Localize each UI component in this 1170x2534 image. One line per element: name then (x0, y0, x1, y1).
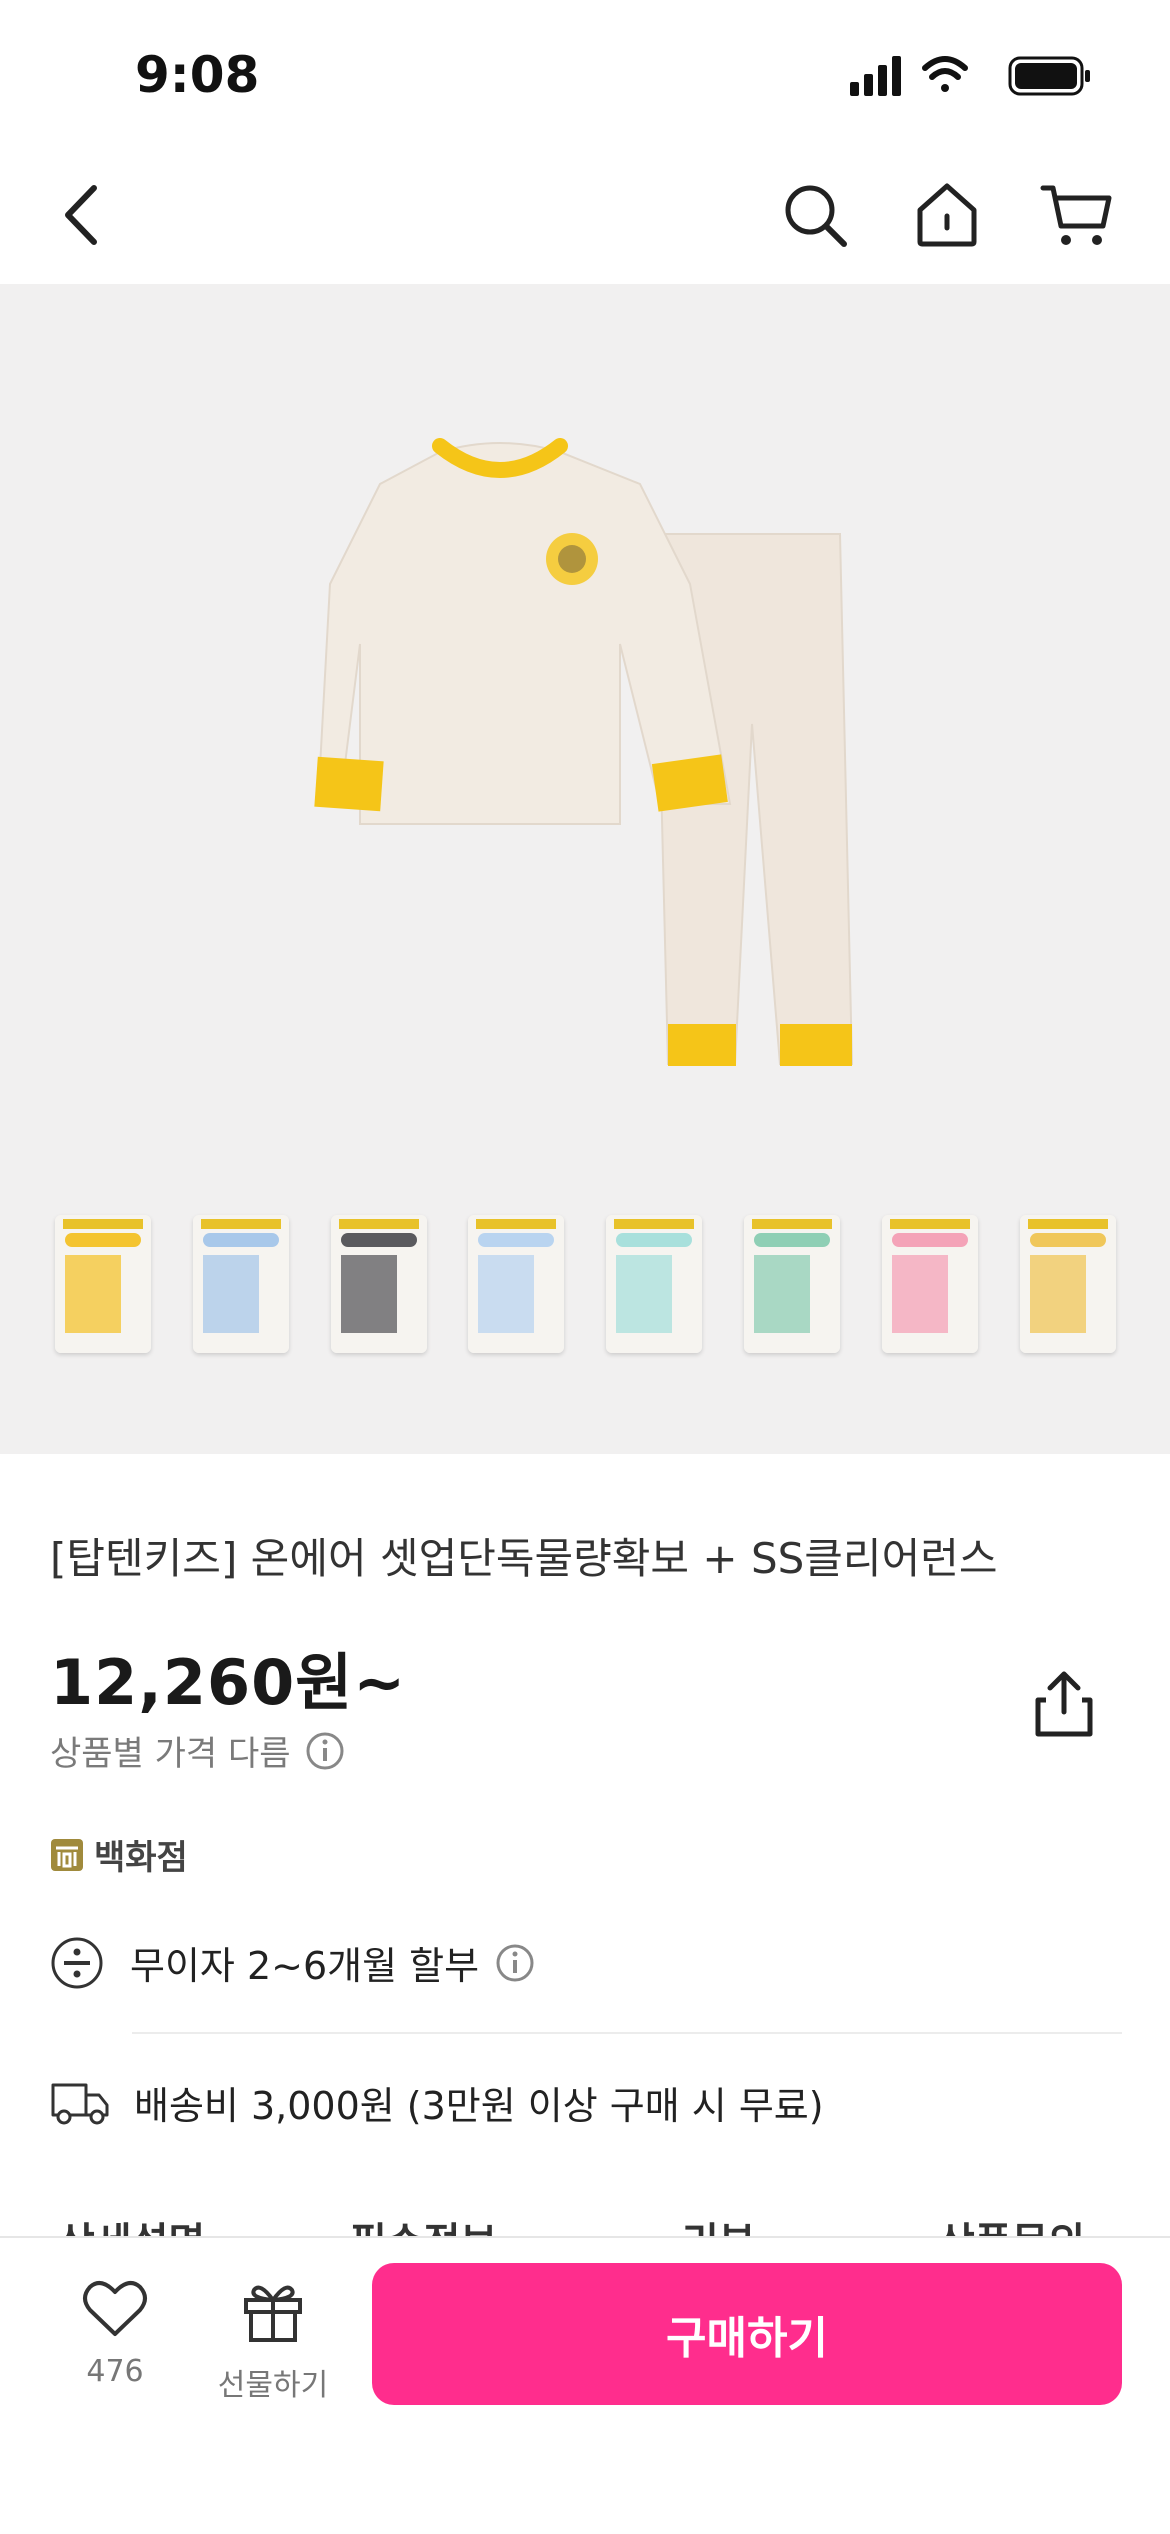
cart-icon (1040, 185, 1112, 245)
cart-button[interactable] (1032, 170, 1122, 260)
share-button[interactable] (1032, 1668, 1096, 1744)
battery-icon (1008, 56, 1090, 96)
home-icon (917, 183, 977, 247)
wifi-icon (922, 56, 968, 92)
status-time: 9:08 (135, 46, 260, 104)
thumbnail-item[interactable] (1020, 1215, 1116, 1353)
back-arrow-icon (65, 185, 97, 245)
thumbnail-item[interactable] (331, 1215, 427, 1353)
wish-count: 476 (86, 2354, 144, 2389)
thumbnail-item[interactable] (468, 1215, 564, 1353)
search-button[interactable] (770, 170, 860, 260)
home-button[interactable] (902, 170, 992, 260)
divide-circle-icon (50, 1936, 104, 1990)
price-note-text: 상품별 가격 다름 (50, 1734, 291, 1774)
share-icon (1035, 1671, 1093, 1737)
installment-text: 무이자 2~6개월 할부 (130, 1944, 480, 1988)
thumbnail-item[interactable] (882, 1215, 978, 1353)
search-icon (785, 185, 847, 247)
wish-button[interactable]: 476 (70, 2278, 160, 2389)
product-main-image (314, 438, 854, 1066)
gift-button[interactable]: 선물하기 (208, 2278, 338, 2404)
installment-info[interactable]: 무이자 2~6개월 할부 (50, 1935, 535, 1990)
department-store-badge: 백화점 (50, 1830, 188, 1879)
gift-icon (244, 2285, 302, 2342)
buy-button[interactable]: 구매하기 (372, 2263, 1122, 2405)
thumbnail-item[interactable] (744, 1215, 840, 1353)
info-icon[interactable] (305, 1731, 345, 1771)
section-divider (132, 2032, 1122, 2034)
product-image-gallery[interactable] (0, 284, 1170, 1454)
gift-label: 선물하기 (217, 2368, 329, 2403)
heart-icon (83, 2281, 147, 2336)
thumbnail-item[interactable] (193, 1215, 289, 1353)
signal-icon (850, 56, 901, 96)
shipping-info: 배송비 3,000원 (3만원 이상 구매 시 무료) (50, 2075, 824, 2130)
product-price: 12,260원~ (50, 1646, 407, 1719)
thumbnail-item[interactable] (606, 1215, 702, 1353)
status-icons (850, 52, 1092, 100)
department-store-icon (50, 1838, 84, 1872)
product-title: [탑텐키즈] 온에어 셋업단독물량확보 + SS클리어런스 (50, 1534, 998, 1583)
truck-icon (50, 2079, 110, 2127)
thumbnail-item[interactable] (55, 1215, 151, 1353)
info-icon[interactable] (495, 1943, 535, 1983)
back-button[interactable] (36, 170, 126, 260)
badge-label: 백화점 (94, 1838, 188, 1878)
shipping-text: 배송비 3,000원 (3만원 이상 구매 시 무료) (134, 2084, 824, 2128)
price-note: 상품별 가격 다름 (50, 1726, 345, 1775)
